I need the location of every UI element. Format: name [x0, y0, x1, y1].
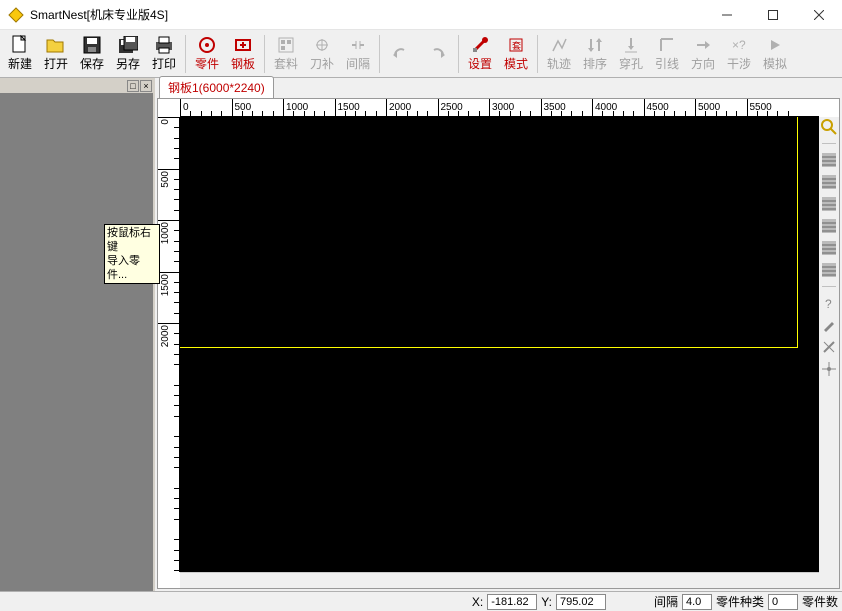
side-panel[interactable]: □ × 按鼠标右键 导入零件... — [0, 78, 155, 591]
main-toolbar: 新建打开保存另存打印零件钢板套料刀补间隔 设置套模式轨迹排序穿孔引线方向×?干涉模… — [0, 30, 842, 78]
toolbar-save-button[interactable]: 保存 — [74, 32, 110, 76]
toolbar-sort-button: 排序 — [577, 32, 613, 76]
print-icon — [154, 35, 174, 55]
gap-icon — [348, 35, 368, 55]
save-icon — [82, 35, 102, 55]
drawing-canvas[interactable] — [180, 117, 819, 572]
minimize-button[interactable] — [704, 0, 750, 29]
status-y-label: Y: — [541, 595, 552, 609]
status-gap-value: 4.0 — [682, 594, 712, 610]
plate-icon — [233, 35, 253, 55]
toolbar-settings-button[interactable]: 设置 — [462, 32, 498, 76]
redo-icon — [427, 44, 447, 64]
close-button[interactable] — [796, 0, 842, 29]
toolbar-lead-button: 引线 — [649, 32, 685, 76]
canvas-wrap: 0500100015002000250030003500400045005000… — [157, 98, 840, 589]
toolbar-redo-button — [419, 32, 455, 76]
svg-text:?: ? — [825, 297, 832, 310]
new-icon — [10, 35, 30, 55]
svg-text:套: 套 — [512, 40, 521, 51]
toolbar-pierce-button: 穿孔 — [613, 32, 649, 76]
toolbar-undo-button — [383, 32, 419, 76]
status-y-value: 795.02 — [556, 594, 606, 610]
horizontal-ruler: 0500100015002000250030003500400045005000… — [180, 99, 819, 117]
settings-icon — [470, 35, 490, 55]
plate-outline — [180, 117, 798, 348]
toolbar-plate-button[interactable]: 钢板 — [225, 32, 261, 76]
sheet-tab-active[interactable]: 钢板1(6000*2240) — [159, 76, 274, 98]
right-tool-hatch3[interactable] — [821, 196, 837, 212]
app-icon — [8, 7, 24, 23]
panel-header: □ × — [0, 78, 153, 93]
part-icon — [197, 35, 217, 55]
open-icon — [46, 35, 66, 55]
mode-icon: 套 — [506, 35, 526, 55]
toolbar-saveas-button[interactable]: 另存 — [110, 32, 146, 76]
interfere-icon: ×? — [729, 35, 749, 55]
right-tool-measure[interactable] — [821, 339, 837, 355]
pierce-icon — [621, 35, 641, 55]
status-kind-label: 零件种类 — [716, 593, 764, 610]
undo-icon — [391, 44, 411, 64]
toolbar-kerf-button: 刀补 — [304, 32, 340, 76]
right-tool-help[interactable]: ? — [821, 295, 837, 311]
status-gap-label: 间隔 — [654, 593, 678, 610]
toolbar-sim-button: 模拟 — [757, 32, 793, 76]
status-bar: X: -181.82 Y: 795.02 间隔 4.0 零件种类 0 零件数 — [0, 591, 842, 611]
right-tool-hatch1[interactable] — [821, 152, 837, 168]
right-tool-hatch6[interactable] — [821, 262, 837, 278]
maximize-button[interactable] — [750, 0, 796, 29]
main-area: 钢板1(6000*2240) 0500100015002000250030003… — [155, 78, 842, 591]
right-toolbar: ? — [819, 117, 839, 588]
svg-text:×?: ×? — [732, 38, 746, 52]
saveas-icon — [118, 35, 138, 55]
right-tool-center[interactable] — [821, 361, 837, 377]
horizontal-scrollbar[interactable] — [180, 572, 819, 588]
right-tool-hatch5[interactable] — [821, 240, 837, 256]
right-tool-hatch4[interactable] — [821, 218, 837, 234]
sheet-tabs: 钢板1(6000*2240) — [155, 78, 842, 98]
kerf-icon — [312, 35, 332, 55]
right-tool-hatch2[interactable] — [821, 174, 837, 190]
toolbar-path-button: 轨迹 — [541, 32, 577, 76]
sim-icon — [765, 35, 785, 55]
status-x-label: X: — [472, 595, 483, 609]
titlebar: SmartNest[机床专业版4S] — [0, 0, 842, 30]
right-tool-edit[interactable] — [821, 317, 837, 333]
dir-icon — [693, 35, 713, 55]
vertical-ruler: 0500100015002000 — [158, 117, 180, 572]
toolbar-gap-button: 间隔 — [340, 32, 376, 76]
status-x-value: -181.82 — [487, 594, 537, 610]
toolbar-part-button[interactable]: 零件 — [189, 32, 225, 76]
toolbar-new-button[interactable]: 新建 — [2, 32, 38, 76]
lead-icon — [657, 35, 677, 55]
toolbar-dir-button: 方向 — [685, 32, 721, 76]
path-icon — [549, 35, 569, 55]
status-count-label: 零件数 — [802, 593, 838, 610]
sort-icon — [585, 35, 605, 55]
tooltip-line2: 导入零件... — [107, 255, 140, 281]
toolbar-nest-button: 套料 — [268, 32, 304, 76]
window-controls — [704, 0, 842, 29]
toolbar-print-button[interactable]: 打印 — [146, 32, 182, 76]
workspace: □ × 按鼠标右键 导入零件... 钢板1(6000*2240) 0500100… — [0, 78, 842, 591]
app-title: SmartNest[机床专业版4S] — [30, 6, 704, 23]
import-tooltip: 按鼠标右键 导入零件... — [104, 224, 160, 284]
toolbar-mode-button[interactable]: 套模式 — [498, 32, 534, 76]
tooltip-line1: 按鼠标右键 — [107, 227, 151, 253]
right-tool-zoom[interactable] — [821, 119, 837, 135]
toolbar-interfere-button: ×?干涉 — [721, 32, 757, 76]
status-kind-value: 0 — [768, 594, 798, 610]
toolbar-open-button[interactable]: 打开 — [38, 32, 74, 76]
panel-pin-icon[interactable]: □ — [127, 80, 139, 92]
panel-close-icon[interactable]: × — [140, 80, 152, 92]
nest-icon — [276, 35, 296, 55]
